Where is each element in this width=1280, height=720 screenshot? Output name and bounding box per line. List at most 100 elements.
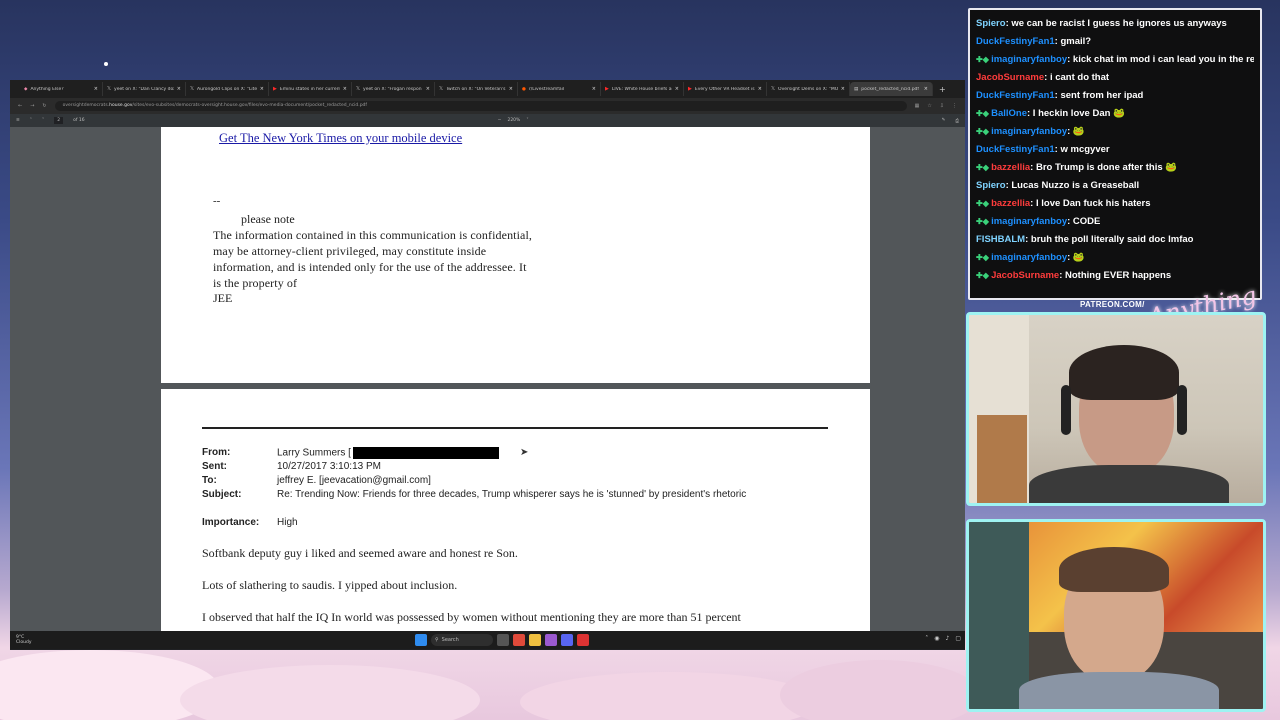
browser-tab[interactable]: ▤ pocket_redacted_ncid.pdf × [850,82,933,96]
cloud-decoration [780,660,980,720]
chat-username[interactable]: JacobSurname [991,270,1059,281]
close-tab-icon[interactable]: × [924,86,928,92]
browser-tab[interactable]: 𝕏yeet on X: "Frogan respon × [352,82,435,96]
extensions-icon[interactable]: ▦ [915,103,920,109]
network-icon[interactable]: ◉ [934,635,939,642]
chat-username[interactable]: Spiero [976,18,1006,29]
page-number-input[interactable]: 2 [54,117,64,124]
close-tab-icon[interactable]: × [426,86,430,92]
start-icon[interactable] [415,634,427,646]
chat-text: 🐸 [1072,126,1085,137]
chat-text: kick chat im mod i can lead you in the r… [1072,54,1254,65]
chat-username[interactable]: FISHBALM [976,234,1025,245]
app-icon[interactable] [577,634,589,646]
sent-label: Sent: [202,461,227,472]
chat-text: Nothing EVER happens [1065,270,1172,281]
chat-username[interactable]: bazzellia [991,198,1030,209]
chat-text: i cant do that [1049,72,1110,83]
forward-icon[interactable]: → [30,103,34,109]
sent-value: 10/27/2017 3:10:13 PM [277,461,381,472]
close-tab-icon[interactable]: × [177,86,181,92]
chat-username[interactable]: JacobSurname [976,72,1044,83]
browser-tab[interactable]: ◆ Anything Else? × [20,82,103,96]
importance-value: High [277,517,298,528]
x-logo-icon: 𝕏 [771,86,776,92]
chat-username[interactable]: Spiero [976,180,1006,191]
browser-tab-label: yeet on X: "Frogan respon [363,86,422,92]
chat-username[interactable]: DuckFestinyFan1 [976,36,1055,47]
zoom-dropdown-icon[interactable]: ˅ [526,118,528,123]
nyt-mobile-link[interactable]: Get The New York Times on your mobile de… [219,131,462,146]
app-icon[interactable] [545,634,557,646]
page-up-icon[interactable]: ˄ [30,118,32,123]
chat-text: CODE [1072,216,1101,227]
url-field[interactable]: oversightdemocrats.house.gov/sites/evo-s… [54,101,907,111]
browser-tab[interactable]: ▶ Eminu states in her current × [269,82,352,96]
task-view-icon[interactable] [497,634,509,646]
page-down-icon[interactable]: ˅ [42,118,44,123]
headphones-left [1061,385,1071,435]
draw-icon[interactable]: ✎ [942,118,946,123]
wooden-cabinet [977,415,1027,503]
volume-icon[interactable]: ♪ [945,635,949,642]
reload-icon[interactable]: ↻ [42,103,46,109]
chat-username[interactable]: imaginaryfanboy [991,216,1067,227]
streamer-hair [1069,345,1179,400]
back-icon[interactable]: ← [18,103,22,109]
file-explorer-icon[interactable] [529,634,541,646]
browser-tab[interactable]: 𝕏yeet on X: "Dan Clancy doxxe× [103,82,186,96]
chat-username[interactable]: DuckFestinyFan1 [976,144,1055,155]
mouse-cursor-icon: ➤ [520,447,529,458]
notification-icon[interactable]: ▢ [955,635,961,642]
close-tab-icon[interactable]: × [509,86,513,92]
discord-icon[interactable] [561,634,573,646]
chat-username[interactable]: imaginaryfanboy [991,126,1067,137]
close-tab-icon[interactable]: × [841,86,845,92]
chat-username[interactable]: DuckFestinyFan1 [976,90,1055,101]
menu-icon[interactable]: ⋮ [952,103,957,109]
mod-badge-icon: ✚◆ [976,109,992,118]
browser-tab[interactable]: 𝕏 Oversight Dems on X: "MO × [767,82,850,96]
email-body-line: Softbank deputy guy i liked and seemed a… [202,546,518,560]
weather-widget[interactable]: 9°C Cloudy [16,635,56,645]
close-tab-icon[interactable]: × [260,86,264,92]
browser-window: ◆ Anything Else? × 𝕏yeet on X: "Dan Clancy … [10,80,965,650]
browser-tab-label: yeet on X: "Dan Clancy doxxe [114,86,174,92]
chat-message: DuckFestinyFan1: sent from her ipad [976,87,1254,105]
pdf-viewer[interactable]: Get The New York Times on your mobile de… [10,127,965,631]
chat-username[interactable]: bazzellia [991,162,1030,173]
close-tab-icon[interactable]: × [758,86,762,92]
signature-jee: JEE [213,291,233,305]
close-tab-icon[interactable]: × [592,86,596,92]
chat-text: I love Dan fuck his haters [1035,198,1151,209]
chat-username[interactable]: BallOne [991,108,1027,119]
print-icon[interactable]: ⎙ [955,118,959,124]
chat-message: DuckFestinyFan1: gmail? [976,33,1254,51]
browser-tab[interactable]: ▶ LIVE: White House briefs as × [601,82,684,96]
browser-tab-label: Eminu states in her current [279,86,340,92]
zoom-level[interactable]: 220% [507,118,520,123]
browser-app-icon[interactable] [513,634,525,646]
close-tab-icon[interactable]: × [343,86,347,92]
close-tab-icon[interactable]: × [675,86,679,92]
bookmark-star-icon[interactable]: ☆ [927,103,931,109]
taskbar-search[interactable]: ⚲ Search [431,634,493,646]
zoom-out-icon[interactable]: − [498,118,502,123]
new-tab-icon[interactable]: + [939,85,946,94]
to-label: To: [202,475,217,486]
chat-username[interactable]: imaginaryfanboy [991,54,1067,65]
close-tab-icon[interactable]: × [94,86,98,92]
mod-badge-icon: ✚◆ [976,253,992,262]
cloud-decoration [180,665,480,720]
search-label: Search [441,637,459,643]
chat-username[interactable]: imaginaryfanboy [991,252,1067,263]
browser-tab[interactable]: 𝕏 Twitch on X: "On Veteran's D × [435,82,518,96]
browser-tab-label: r/Livestreamfail [528,86,565,92]
browser-tab[interactable]: ▶ Every Other VR Headset is O × [684,82,767,96]
browser-tab[interactable]: ● r/Livestreamfail × [518,82,601,96]
tray-chevron-icon[interactable]: ˄ [925,635,928,642]
browser-tab[interactable]: 𝕏 Aurongold Clips on X: "Lite × [186,82,269,96]
chat-message: FISHBALM: bruh the poll literally said d… [976,231,1254,249]
sidebar-toggle-icon[interactable]: ≡ [16,118,20,123]
download-icon[interactable]: ⇩ [940,103,944,109]
